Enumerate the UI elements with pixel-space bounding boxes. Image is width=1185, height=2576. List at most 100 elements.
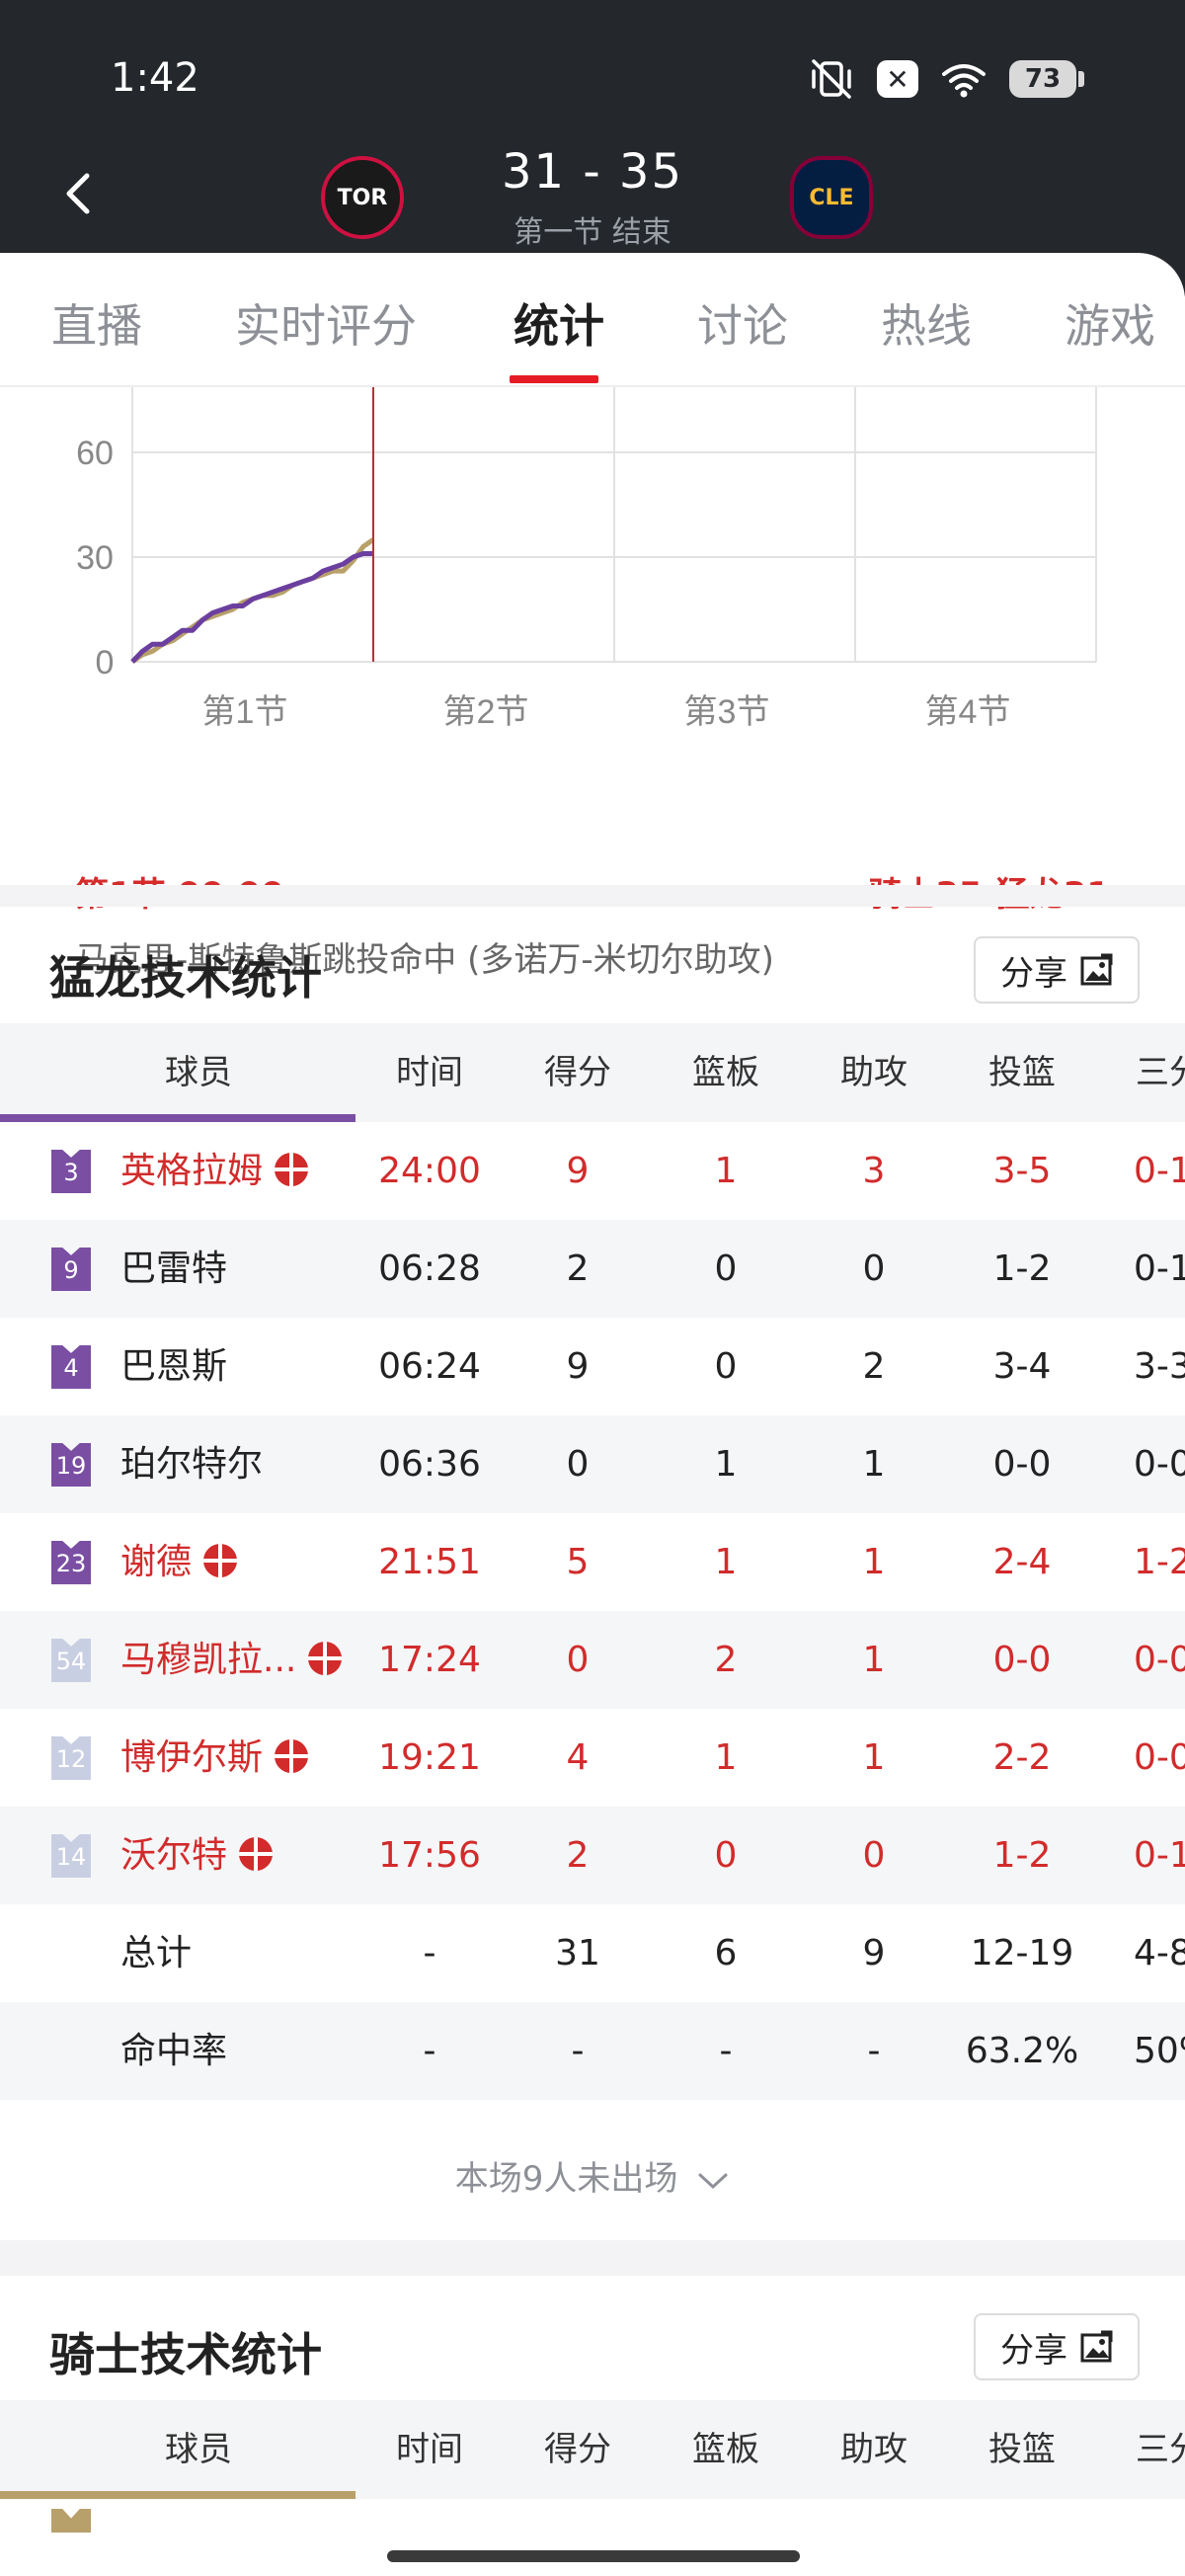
- col-assists[interactable]: 助攻: [800, 2400, 948, 2499]
- on-court-basketball-icon: [308, 1642, 343, 1675]
- bench-note-text: 本场9人未出场: [454, 2159, 678, 2199]
- status-time: 1:42: [111, 55, 199, 101]
- col-rebounds[interactable]: 篮板: [652, 1023, 800, 1122]
- battery-icon: 73: [1009, 60, 1084, 98]
- stat-fg: 12-19: [970, 1933, 1074, 1973]
- cavaliers-share-button[interactable]: 分享: [974, 2313, 1140, 2380]
- player-name: 博伊尔斯: [120, 1737, 264, 1778]
- tab-realtime-rating[interactable]: 实时评分: [235, 290, 417, 356]
- table-row[interactable]: 54 马穆凯拉... 17:24 0 2 1 0-0 0-0: [0, 1611, 1185, 1709]
- home-indicator[interactable]: [387, 2550, 800, 2562]
- col-assists[interactable]: 助攻: [800, 1023, 948, 1122]
- stat-pts: 2: [566, 1248, 590, 1289]
- stat-tp: 3-3: [1134, 1346, 1185, 1387]
- stat-fg: 0-0: [992, 1640, 1052, 1680]
- stat-ast: 1: [862, 1542, 886, 1582]
- stat-pts: 9: [566, 1346, 590, 1387]
- section-divider: [0, 2240, 1185, 2276]
- stat-pts: 2: [566, 1835, 590, 1876]
- percentage-row: 命中率 - - - - 63.2% 50%: [0, 2002, 1185, 2100]
- table-row[interactable]: 4 巴恩斯 06:24 9 0 2 3-4 3-3: [0, 1318, 1185, 1415]
- jersey-number: 9: [51, 1248, 91, 1291]
- col-player[interactable]: 球员: [0, 1023, 397, 1122]
- tab-games[interactable]: 游戏: [1065, 290, 1155, 356]
- table-row[interactable]: 12 博伊尔斯 19:21 4 1 1 2-2 0-0: [0, 1709, 1185, 1807]
- tab-discussion[interactable]: 讨论: [697, 290, 788, 356]
- y-tick-label: 30: [76, 539, 114, 577]
- tab-live[interactable]: 直播: [51, 290, 142, 356]
- stat-pts: 0: [566, 1640, 590, 1680]
- col-points[interactable]: 得分: [504, 1023, 652, 1122]
- table-row[interactable]: 14 沃尔特 17:56 2 0 0 1-2 0-1: [0, 1807, 1185, 1904]
- player-name-cell[interactable]: 珀尔特尔: [120, 1415, 263, 1513]
- stat-ast: -: [867, 2031, 881, 2071]
- share-label: 分享: [1000, 953, 1067, 994]
- player-name-cell[interactable]: 巴雷特: [120, 1220, 227, 1318]
- stat-pts: -: [571, 2031, 585, 2071]
- stat-reb: 1: [714, 1151, 738, 1191]
- col-rebounds[interactable]: 篮板: [652, 2400, 800, 2499]
- stat-fg: 0-0: [992, 1444, 1052, 1485]
- stat-reb: 2: [714, 1640, 738, 1680]
- x-tick-label: 第3节: [684, 693, 770, 731]
- stat-time: -: [423, 2031, 436, 2071]
- jersey-number: 4: [51, 1345, 91, 1389]
- col-points[interactable]: 得分: [504, 2400, 652, 2499]
- share-image-icon: [1080, 2330, 1113, 2363]
- stat-tp: 0-0: [1134, 1640, 1185, 1680]
- stat-pts: 0: [566, 1444, 590, 1485]
- raptors-share-button[interactable]: 分享: [974, 936, 1140, 1004]
- player-name-cell[interactable]: 巴恩斯: [120, 1318, 227, 1415]
- col-field-goals[interactable]: 投篮: [948, 1023, 1096, 1122]
- tab-hotline[interactable]: 热线: [881, 290, 972, 356]
- player-column-underline: [0, 2491, 356, 2499]
- x-tick-label: 第1节: [202, 693, 288, 731]
- totals-row: 总计 - 31 6 9 12-19 4-8: [0, 1904, 1185, 2002]
- stat-ast: 0: [862, 1248, 886, 1289]
- content-card: 直播 实时评分 统计 讨论 热线 游戏 0 30 60 第1节 第2节 第3节 第4节 第1…: [0, 253, 1185, 2576]
- stat-time: 06:36: [378, 1444, 481, 1485]
- col-player[interactable]: 球员: [0, 2400, 397, 2499]
- close-notification-icon: ✕: [877, 60, 918, 98]
- stat-time: 06:24: [378, 1346, 481, 1387]
- table-row[interactable]: 19 珀尔特尔 06:36 0 1 1 0-0 0-0: [0, 1415, 1185, 1513]
- cavaliers-logo[interactable]: CLE: [790, 156, 873, 239]
- stat-time: -: [423, 1933, 436, 1973]
- on-court-basketball-icon: [203, 1544, 238, 1577]
- table-row[interactable]: 9 巴雷特 06:28 2 0 0 1-2 0-1: [0, 1220, 1185, 1318]
- jersey-number: 19: [51, 1443, 91, 1487]
- player-name-cell[interactable]: 英格拉姆: [120, 1122, 309, 1220]
- game-score: 31 - 35: [502, 144, 683, 200]
- stat-reb: 0: [714, 1835, 738, 1876]
- table-row[interactable]: 23 谢德 21:51 5 1 1 2-4 1-2: [0, 1513, 1185, 1611]
- player-name-cell[interactable]: 马穆凯拉...: [120, 1611, 343, 1709]
- tab-bar: 直播 实时评分 统计 讨论 热线 游戏: [0, 253, 1185, 387]
- bench-toggle[interactable]: 本场9人未出场: [0, 2151, 1185, 2200]
- col-three-pointers[interactable]: 三分: [1096, 1023, 1185, 1122]
- stat-ast: 9: [862, 1933, 886, 1973]
- stat-time: 17:56: [378, 1835, 481, 1876]
- col-time[interactable]: 时间: [356, 1023, 504, 1122]
- col-field-goals[interactable]: 投篮: [948, 2400, 1096, 2499]
- table-row[interactable]: 3 英格拉姆 24:00 9 1 3 3-5 0-1: [0, 1122, 1185, 1220]
- col-three-pointers[interactable]: 三分: [1096, 2400, 1185, 2499]
- stat-fg: 3-4: [992, 1346, 1052, 1387]
- stat-time: 21:51: [378, 1542, 481, 1582]
- stat-fg: 3-5: [992, 1151, 1052, 1191]
- section-divider: [0, 885, 1185, 907]
- player-name: 巴雷特: [120, 1248, 228, 1289]
- raptors-stats-title: 猛龙技术统计: [49, 951, 322, 1005]
- y-tick-label: 60: [76, 435, 114, 472]
- player-name-cell[interactable]: 谢德: [120, 1513, 238, 1611]
- game-period: 第一节 结束: [514, 215, 672, 250]
- percentage-row-label: 命中率: [120, 2031, 228, 2071]
- player-name: 巴恩斯: [120, 1346, 228, 1387]
- col-time[interactable]: 时间: [356, 2400, 504, 2499]
- stat-tp: 4-8: [1134, 1933, 1185, 1973]
- tab-stats[interactable]: 统计: [514, 290, 604, 356]
- game-header: 1:42 ✕ 73 TOR 31 - 35 第一节 结束 CLE: [0, 0, 1185, 296]
- stat-time: 19:21: [378, 1737, 481, 1778]
- player-name-cell[interactable]: 博伊尔斯: [120, 1709, 309, 1807]
- player-name-cell[interactable]: 沃尔特: [120, 1807, 274, 1904]
- player-name: 马穆凯拉...: [120, 1640, 297, 1680]
